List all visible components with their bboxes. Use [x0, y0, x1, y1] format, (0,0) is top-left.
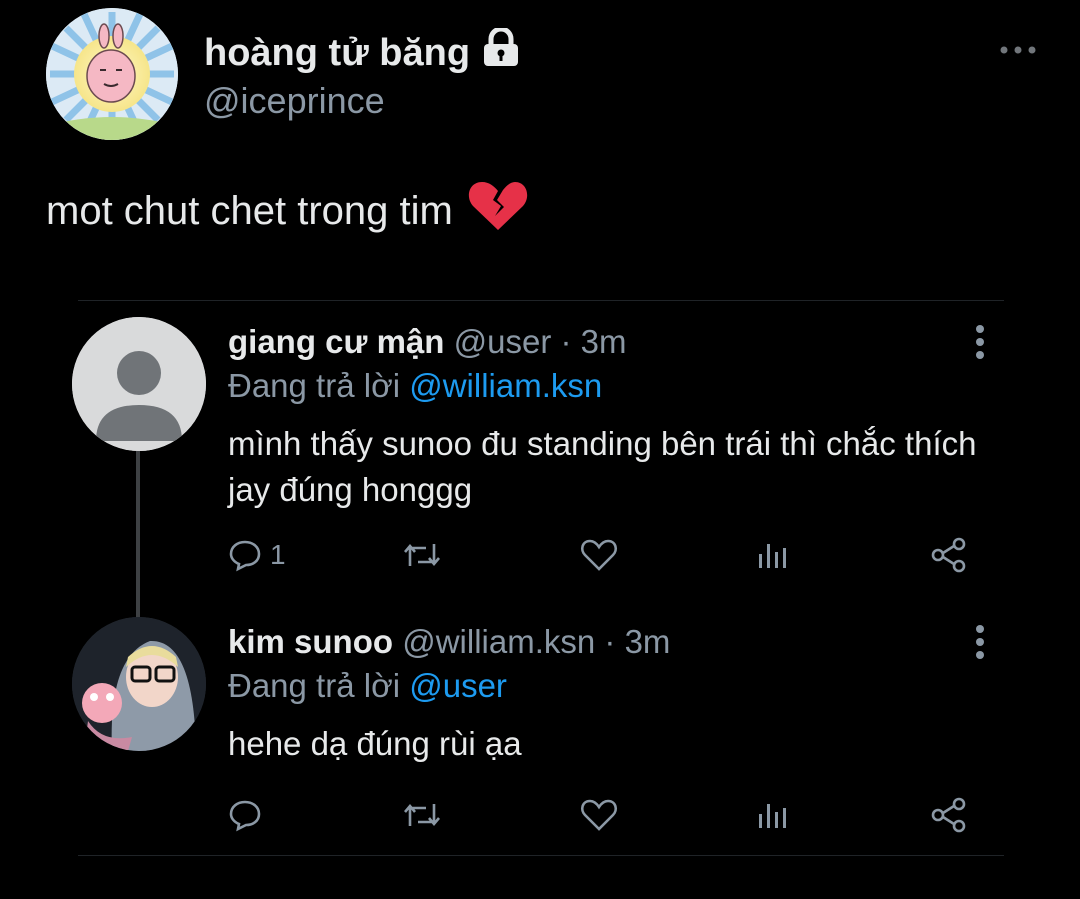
share-action[interactable] [930, 533, 968, 577]
share-action[interactable] [930, 793, 968, 837]
broken-heart-icon [467, 178, 529, 244]
reply-action[interactable]: 1 [228, 533, 286, 577]
reply-actions [228, 793, 988, 837]
replying-mention[interactable]: @william.ksn [409, 367, 602, 404]
views-action[interactable] [756, 533, 790, 577]
retweet-icon [404, 543, 440, 567]
replying-prefix: Đang trả lời [228, 667, 401, 704]
retweet-action[interactable] [400, 793, 444, 837]
analytics-icon [759, 804, 786, 828]
reply-author-name[interactable]: giang cư mận [228, 323, 444, 360]
like-action[interactable] [580, 533, 618, 577]
reply-header: giang cư mận @user · 3m [228, 323, 627, 361]
analytics-icon [759, 544, 786, 568]
reply-action[interactable] [228, 793, 270, 837]
share-icon [931, 797, 966, 833]
thread-connector [136, 451, 140, 619]
replying-to: Đang trả lời @william.ksn [228, 367, 602, 405]
tweet-text-content: mot chut chet trong tim [46, 188, 453, 233]
reply-actions: 1 [228, 533, 988, 577]
profile-avatar[interactable] [46, 8, 178, 140]
reply-author-handle[interactable]: @william.ksn [402, 623, 595, 660]
default-avatar[interactable] [72, 317, 206, 451]
more-vertical-icon[interactable] [972, 625, 988, 665]
display-name-text: hoàng tử băng [204, 31, 471, 74]
tweet-text: mot chut chet trong tim [46, 178, 529, 244]
views-action[interactable] [756, 793, 790, 837]
more-vertical-icon[interactable] [972, 325, 988, 365]
heart-icon [580, 799, 618, 831]
user-handle[interactable]: @iceprince [204, 80, 385, 122]
reply-count: 1 [270, 539, 286, 570]
reply-icon [229, 800, 261, 832]
reply-timestamp: 3m [580, 323, 627, 360]
heart-icon [580, 539, 618, 571]
retweet-icon [404, 803, 440, 827]
replying-to: Đang trả lời @user [228, 667, 507, 705]
reply-author-name[interactable]: kim sunoo [228, 623, 393, 660]
replying-prefix: Đang trả lời [228, 367, 401, 404]
lock-icon [482, 26, 520, 78]
reply-item[interactable]: giang cư mận @user · 3m Đang trả lời @wi… [72, 301, 1004, 601]
more-horizontal-icon[interactable] [998, 38, 1038, 62]
quoted-thread-card[interactable]: giang cư mận @user · 3m Đang trả lời @wi… [72, 300, 1004, 857]
share-icon [931, 537, 966, 573]
meta-separator: · [560, 323, 572, 360]
meta-separator: · [604, 623, 616, 660]
reply-timestamp: 3m [624, 623, 671, 660]
user-avatar[interactable] [72, 617, 206, 751]
retweet-action[interactable] [400, 533, 444, 577]
replying-mention[interactable]: @user [409, 667, 507, 704]
reply-text: mình thấy sunoo đu standing bên trái thì… [228, 425, 977, 508]
reply-icon [229, 540, 261, 572]
reply-author-handle[interactable]: @user [454, 323, 552, 360]
reply-text: hehe dạ đúng rùi ạa [228, 725, 522, 762]
reply-item[interactable]: kim sunoo @william.ksn · 3m Đang trả lời… [72, 601, 1004, 857]
display-name[interactable]: hoàng tử băng [204, 26, 520, 78]
reply-header: kim sunoo @william.ksn · 3m [228, 623, 670, 661]
like-action[interactable] [580, 793, 618, 837]
